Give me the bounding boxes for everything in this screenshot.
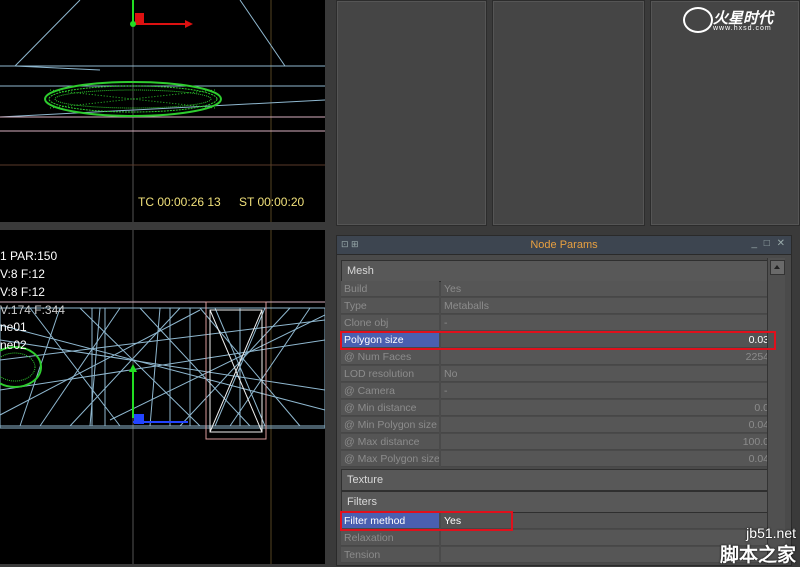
section-texture[interactable]: Texture	[341, 469, 774, 491]
viewport-top[interactable]: TC 00:00:26 13 ST 00:00:20	[0, 0, 325, 222]
param-row[interactable]: Tension	[341, 547, 772, 563]
hud-line: 1 PAR:150	[0, 249, 58, 263]
param-value[interactable]: Metaballs	[441, 298, 772, 314]
annotation-box-filter-method	[340, 511, 513, 531]
param-value[interactable]: 0.0	[441, 400, 772, 416]
annotation-box-polygon-size	[340, 331, 776, 350]
param-value[interactable]: No	[441, 366, 772, 382]
param-value[interactable]: 100.0	[441, 434, 772, 450]
logo: 火星时代 www.hxsd.com	[683, 5, 795, 35]
param-label: @ Max distance	[341, 434, 439, 450]
param-row[interactable]: Type Metaballs	[341, 298, 772, 314]
param-row[interactable]: Clone obj -	[341, 315, 772, 331]
param-row[interactable]: @ Num Faces 2254	[341, 349, 772, 365]
panel-scrollbar[interactable]	[767, 258, 785, 564]
param-label: @ Camera	[341, 383, 439, 399]
param-value[interactable]: 0.04	[441, 417, 772, 433]
scroll-up-arrow-icon[interactable]	[770, 260, 785, 275]
viewport-divider[interactable]	[0, 222, 330, 230]
param-row[interactable]: Build Yes	[341, 281, 772, 297]
section-filters[interactable]: Filters	[341, 491, 774, 513]
param-row[interactable]: @ Max distance 100.0	[341, 434, 772, 450]
viewport-bottom-wireframe	[0, 230, 325, 564]
param-row[interactable]: @ Min Polygon size 0.04	[341, 417, 772, 433]
section-mesh[interactable]: Mesh	[341, 260, 774, 282]
panel-title: Node Params	[530, 239, 598, 251]
hud-line: ne01	[0, 320, 27, 334]
param-row[interactable]: @ Max Polygon size 0.04	[341, 451, 772, 467]
param-label: @ Max Polygon size	[341, 451, 439, 467]
hud-line: ne02	[0, 338, 27, 352]
timecode-label: TC 00:00:26 13	[138, 195, 221, 209]
param-label: @ Min distance	[341, 400, 439, 416]
panel-splitter[interactable]	[325, 0, 333, 564]
param-label: Clone obj	[341, 315, 439, 331]
param-row[interactable]: @ Min distance 0.0	[341, 400, 772, 416]
param-row[interactable]: @ Camera -	[341, 383, 772, 399]
param-label: Relaxation	[341, 530, 439, 546]
param-row[interactable]: LOD resolution No	[341, 366, 772, 382]
param-label: Tension	[341, 547, 439, 563]
watermark-name: 脚本之家	[719, 545, 796, 566]
section-label: Filters	[347, 496, 377, 508]
param-value[interactable]: -	[441, 383, 772, 399]
param-value[interactable]: 0.04	[441, 451, 772, 467]
hud-line: V:8 F:12	[0, 267, 45, 281]
hud-line: V:8 F:12	[0, 285, 45, 299]
param-value[interactable]: 2254	[441, 349, 772, 365]
watermark-site: jb51.net	[746, 525, 796, 541]
hud-line: V:174 F:344	[0, 303, 65, 317]
param-value[interactable]: Yes	[441, 281, 772, 297]
param-label: @ Num Faces	[341, 349, 439, 365]
param-value[interactable]: -	[441, 315, 772, 331]
logo-url: www.hxsd.com	[713, 25, 772, 32]
panel-window-controls-icon[interactable]: _ □ ✕	[751, 238, 787, 249]
panel-titlebar[interactable]: ⊡ ⊞ Node Params _ □ ✕	[337, 236, 791, 255]
empty-pane[interactable]	[336, 0, 487, 226]
section-label: Texture	[347, 474, 384, 486]
empty-pane[interactable]	[492, 0, 645, 226]
stamp-label: ST 00:00:20	[239, 195, 305, 209]
param-row[interactable]: Relaxation	[341, 530, 772, 546]
viewport-bottom[interactable]: 1 PAR:150 V:8 F:12 V:8 F:12 V:174 F:344 …	[0, 230, 325, 564]
param-label: Build	[341, 281, 439, 297]
logo-mark-icon	[683, 7, 713, 33]
section-label: Mesh	[347, 265, 374, 277]
param-label: LOD resolution	[341, 366, 439, 382]
param-label: @ Min Polygon size	[341, 417, 439, 433]
param-label: Type	[341, 298, 439, 314]
viewport-top-wireframe	[0, 0, 325, 222]
